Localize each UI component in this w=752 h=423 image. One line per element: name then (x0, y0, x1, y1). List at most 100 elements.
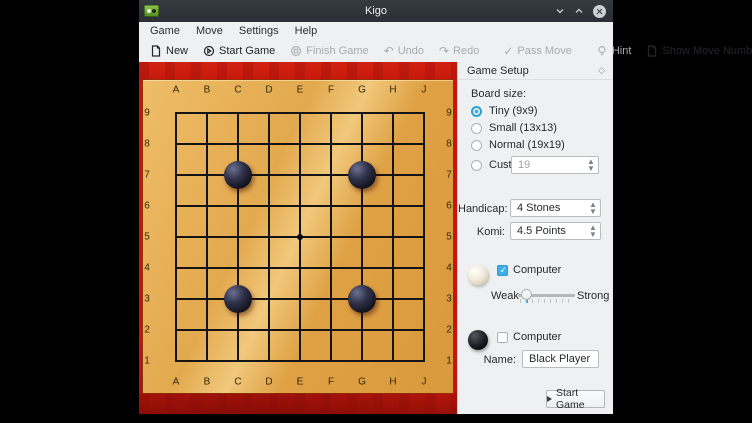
row-label-2: 2 (144, 325, 150, 336)
column-label-B: B (204, 377, 211, 388)
column-label-G: G (358, 85, 366, 96)
handicap-spinbox[interactable]: 4 Stones ▲▼ (510, 199, 601, 217)
maximize-icon[interactable] (574, 6, 584, 16)
column-label-C: C (234, 377, 241, 388)
column-label-F: F (328, 377, 334, 388)
row-label-3: 3 (144, 294, 150, 305)
radio-normal[interactable]: Normal (19x19) (471, 138, 565, 152)
row-label-8: 8 (144, 139, 150, 150)
column-label-D: D (265, 377, 272, 388)
row-label-5: 5 (144, 232, 150, 243)
stop-circle-icon (290, 45, 302, 57)
strong-label: Strong (577, 290, 609, 302)
column-label-E: E (297, 377, 304, 388)
row-label-4: 4 (144, 263, 150, 274)
row-label-8: 8 (446, 139, 452, 150)
row-label-7: 7 (144, 170, 150, 181)
row-label-6: 6 (144, 201, 150, 212)
play-icon (547, 396, 552, 402)
column-label-G: G (358, 377, 366, 388)
show-move-numbers-button[interactable]: Show Move Numbers (641, 43, 752, 59)
white-computer-checkbox[interactable] (497, 265, 508, 276)
black-player-name-input[interactable]: Black Player (522, 350, 599, 368)
row-label-4: 4 (446, 263, 452, 274)
row-label-9: 9 (144, 108, 150, 119)
go-board[interactable]: AABBCCDDEEFFGGHHJJ998877665544332211 (139, 62, 457, 414)
custom-size-spinbox[interactable]: 19 ▲▼ (511, 156, 599, 174)
board-widget: AABBCCDDEEFFGGHHJJ998877665544332211 (139, 62, 457, 414)
start-game-panel-button[interactable]: Start Game (546, 390, 605, 408)
menu-help[interactable]: Help (287, 23, 326, 39)
panel-title: Game Setup (467, 65, 529, 77)
radio-icon[interactable] (471, 160, 482, 171)
column-label-J: J (422, 85, 427, 96)
komi-spinbox[interactable]: 4.5 Points ▲▼ (510, 222, 601, 240)
row-label-2: 2 (446, 325, 452, 336)
column-label-D: D (265, 85, 272, 96)
numbers-document-icon (646, 45, 658, 57)
board-size-label: Board size: (471, 88, 526, 100)
radio-tiny[interactable]: Tiny (9x9) (471, 104, 538, 118)
undo-arrow-icon: ↶ (384, 46, 394, 56)
radio-icon[interactable] (471, 123, 482, 134)
column-label-B: B (204, 85, 211, 96)
play-circle-icon (203, 45, 215, 57)
black-stone-C3 (224, 285, 252, 313)
row-label-6: 6 (446, 201, 452, 212)
float-panel-icon[interactable]: ◇ (598, 65, 605, 76)
toolbar: New Start Game Finish Game ↶ Undo ↷ Redo… (139, 40, 613, 62)
star-point-E5 (297, 234, 303, 240)
chevron-down-icon[interactable]: ▼ (589, 208, 597, 215)
name-label: Name: (476, 354, 516, 366)
hint-button[interactable]: Hint (591, 43, 637, 59)
panel-header: Game Setup ◇ (458, 62, 613, 80)
chevron-down-icon[interactable]: ▼ (589, 231, 597, 238)
black-stone-G3 (348, 285, 376, 313)
menubar: Game Move Settings Help (139, 22, 613, 40)
menu-game[interactable]: Game (142, 23, 188, 39)
menu-settings[interactable]: Settings (231, 23, 287, 39)
column-label-C: C (234, 85, 241, 96)
column-label-A: A (173, 377, 180, 388)
column-label-A: A (173, 85, 180, 96)
column-label-H: H (389, 377, 396, 388)
start-game-button[interactable]: Start Game (198, 43, 280, 59)
finish-game-button[interactable]: Finish Game (285, 43, 373, 59)
black-stone-C7 (224, 161, 252, 189)
undo-button[interactable]: ↶ Undo (379, 43, 429, 59)
row-label-1: 1 (144, 356, 150, 367)
new-button[interactable]: New (145, 43, 193, 59)
desktop-background: Kigo Game Move Settings Help New Start G… (0, 0, 752, 423)
close-icon[interactable] (593, 5, 606, 18)
checkmark-icon: ✓ (503, 46, 513, 56)
menu-move[interactable]: Move (188, 23, 231, 39)
pass-move-button[interactable]: ✓ Pass Move (498, 43, 576, 59)
window-title: Kigo (139, 5, 613, 17)
row-label-9: 9 (446, 108, 452, 119)
slider-handle[interactable] (521, 289, 532, 300)
chevron-down-icon[interactable]: ▼ (587, 165, 595, 172)
titlebar[interactable]: Kigo (139, 0, 613, 22)
column-label-E: E (297, 85, 304, 96)
black-stone-image (468, 330, 488, 350)
redo-arrow-icon: ↷ (439, 46, 449, 56)
column-label-J: J (422, 377, 427, 388)
column-label-H: H (389, 85, 396, 96)
black-stone-G7 (348, 161, 376, 189)
radio-icon[interactable] (471, 106, 482, 117)
black-computer-label: Computer (513, 331, 561, 343)
minimize-icon[interactable] (555, 6, 565, 16)
game-setup-panel: Game Setup ◇ Board size: Tiny (9x9) Smal… (457, 62, 613, 414)
radio-small[interactable]: Small (13x13) (471, 121, 557, 135)
row-label-5: 5 (446, 232, 452, 243)
kigo-window: Kigo Game Move Settings Help New Start G… (139, 0, 613, 414)
white-stone-image (468, 265, 488, 285)
lightbulb-icon (596, 45, 608, 57)
radio-icon[interactable] (471, 140, 482, 151)
weak-label: Weak (491, 290, 519, 302)
new-document-icon (150, 45, 162, 57)
row-label-1: 1 (446, 356, 452, 367)
redo-button[interactable]: ↷ Redo (434, 43, 484, 59)
row-label-7: 7 (446, 170, 452, 181)
black-computer-checkbox[interactable] (497, 332, 508, 343)
